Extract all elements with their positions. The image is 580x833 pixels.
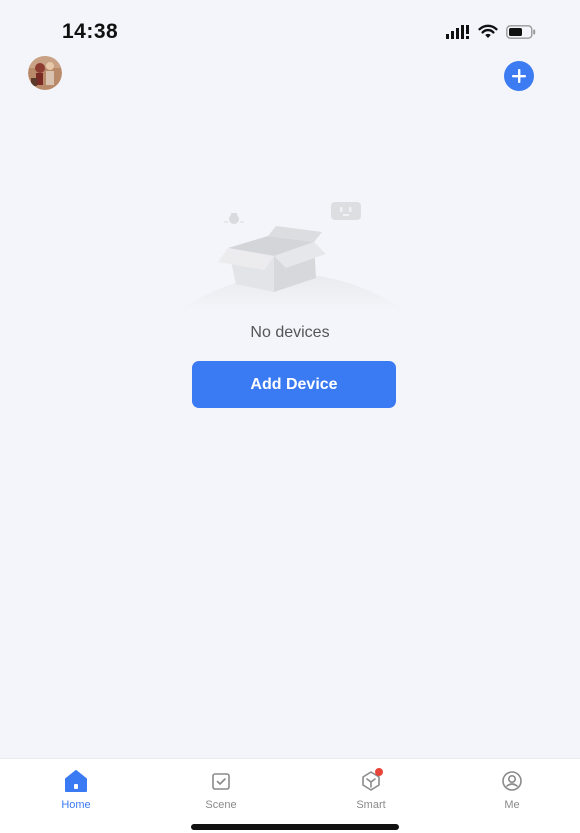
status-icons xyxy=(446,24,536,39)
home-indicator xyxy=(191,824,399,830)
scene-icon xyxy=(212,773,230,790)
tab-bar: Home Scene Smart Me xyxy=(0,758,580,833)
battery-icon xyxy=(506,24,536,39)
tab-smart[interactable]: Smart xyxy=(331,767,411,817)
cellular-signal-icon xyxy=(446,24,469,39)
tab-me-label: Me xyxy=(504,799,520,811)
status-time: 14:38 xyxy=(62,20,119,43)
wifi-icon xyxy=(478,24,498,38)
socket-icon xyxy=(331,202,361,220)
bulb-icon xyxy=(224,213,244,224)
empty-box-illustration xyxy=(176,202,408,312)
avatar-icon xyxy=(28,56,62,90)
smart-icon xyxy=(362,768,383,791)
tab-home-label: Home xyxy=(61,799,91,811)
home-icon xyxy=(65,770,87,792)
tab-scene-label: Scene xyxy=(205,799,237,811)
add-button[interactable] xyxy=(504,61,534,91)
empty-state-message: No devices xyxy=(250,324,330,341)
user-avatar[interactable] xyxy=(28,56,62,90)
me-icon xyxy=(502,771,522,791)
tab-scene[interactable]: Scene xyxy=(181,767,261,817)
home-screen: 14:38 No devices Add Device Home Scene S… xyxy=(0,0,580,833)
plus-circle-icon xyxy=(512,69,526,83)
add-device-button[interactable]: Add Device xyxy=(192,361,396,408)
tab-smart-label: Smart xyxy=(356,799,386,811)
status-bar: 14:38 xyxy=(0,0,580,60)
tab-me[interactable]: Me xyxy=(472,767,552,817)
notification-badge xyxy=(375,768,383,776)
tab-home[interactable]: Home xyxy=(36,767,116,817)
